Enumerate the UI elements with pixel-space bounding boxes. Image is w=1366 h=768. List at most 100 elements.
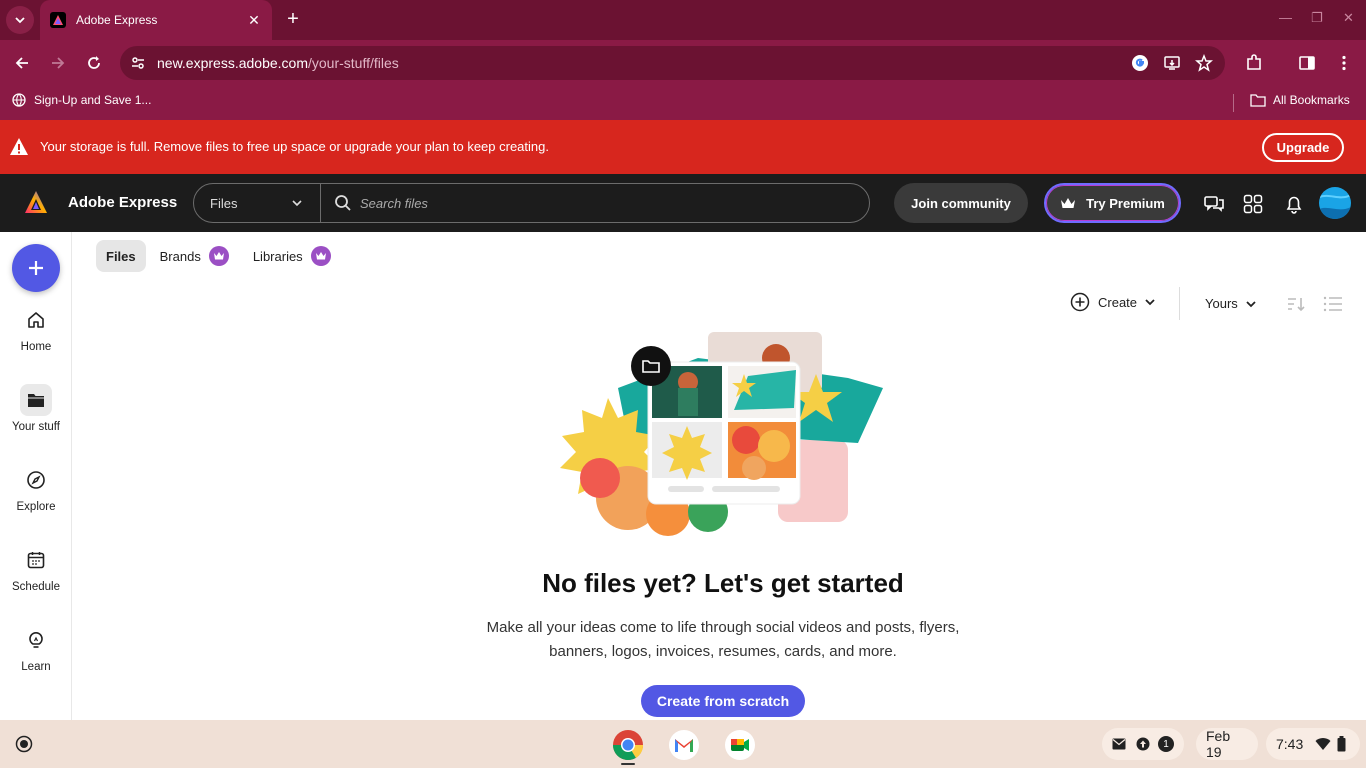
back-button[interactable] (10, 51, 34, 75)
owner-filter-select[interactable]: Yours (1205, 296, 1258, 311)
forward-arrow-icon (52, 57, 65, 69)
address-bar[interactable]: new.express.adobe.com/your-stuff/files (120, 46, 1225, 80)
premium-crown-icon (208, 246, 229, 266)
upload-icon (1136, 737, 1150, 751)
join-community-button[interactable]: Join community (894, 183, 1028, 223)
mail-icon (1112, 738, 1126, 750)
chat-icon[interactable] (1203, 193, 1225, 215)
warning-icon (10, 138, 28, 155)
premium-crown-icon (310, 246, 331, 266)
site-info-icon[interactable] (128, 53, 148, 73)
notification-count: 1 (1158, 736, 1174, 752)
empty-files-illustration (560, 332, 883, 536)
bookmarks-divider (1233, 94, 1234, 112)
crown-icon (1061, 197, 1076, 208)
browser-menu-button[interactable] (1332, 51, 1356, 75)
create-menu-button[interactable]: Create (1070, 292, 1157, 312)
chrome-icon[interactable] (611, 728, 645, 762)
wifi-icon (1315, 738, 1331, 750)
tab-search-button[interactable] (6, 6, 34, 34)
side-panel-button[interactable] (1295, 51, 1319, 75)
upgrade-button[interactable]: Upgrade (1262, 133, 1344, 162)
launcher-button[interactable] (8, 728, 40, 760)
sort-icon[interactable] (1286, 295, 1306, 313)
close-window-icon[interactable]: ✕ (1343, 10, 1354, 26)
nav-item-your-stuff[interactable]: Your stuff (0, 384, 72, 448)
active-app-indicator (621, 763, 635, 765)
chevron-down-icon (1145, 299, 1155, 306)
url-text: new.express.adobe.com/your-stuff/files (157, 55, 399, 71)
clock: 7:43 (1276, 736, 1304, 752)
empty-state-description: Make all your ideas come to life through… (486, 619, 960, 660)
new-tab-button[interactable]: + (282, 8, 304, 30)
launcher-icon (15, 735, 33, 753)
controls-divider (1179, 287, 1180, 320)
browser-tabstrip: Adobe Express ✕ + — ❐ ✕ (0, 0, 1366, 40)
bookmark-star-icon[interactable] (1194, 53, 1214, 73)
meet-icon[interactable] (723, 728, 757, 762)
search-input[interactable] (360, 192, 840, 214)
all-bookmarks-button[interactable]: All Bookmarks (1250, 93, 1350, 107)
nav-item-learn[interactable]: Learn (0, 624, 72, 688)
bookmarks-bar: Sign-Up and Save 1... All Bookmarks (0, 86, 1366, 120)
maximize-icon[interactable]: ❐ (1311, 10, 1323, 26)
folder-icon (20, 384, 52, 416)
forward-button[interactable] (46, 51, 70, 75)
empty-state-title: No files yet? Let's get started (542, 568, 904, 598)
google-lens-icon[interactable] (1130, 53, 1150, 73)
bell-icon[interactable] (1283, 193, 1305, 215)
plus-icon (29, 261, 43, 275)
plus-circle-icon (1070, 292, 1090, 312)
adobe-express-favicon-icon (50, 12, 66, 28)
tab-title: Adobe Express (76, 13, 158, 27)
browser-tab[interactable]: Adobe Express ✕ (40, 0, 272, 40)
search-icon (335, 195, 351, 211)
chevron-down-icon[interactable] (290, 196, 304, 210)
notification-tray[interactable]: 1 (1102, 728, 1184, 760)
side-panel-icon (1299, 56, 1315, 70)
lightbulb-icon (20, 624, 52, 656)
date-tray[interactable]: Feb 19 (1196, 728, 1258, 760)
battery-icon (1337, 736, 1346, 752)
tab-brands[interactable]: Brands (150, 240, 239, 272)
search-scope-select[interactable]: Files (210, 196, 237, 211)
tab-libraries[interactable]: Libraries (243, 240, 341, 272)
create-new-button[interactable] (12, 244, 60, 292)
adobe-express-logo-icon[interactable] (24, 190, 48, 214)
tab-files[interactable]: Files (96, 240, 146, 272)
chevron-down-icon (15, 17, 25, 24)
folder-icon (1250, 94, 1266, 107)
os-shelf: 1 Feb 19 7:43 (0, 720, 1366, 768)
nav-item-home[interactable]: Home (0, 304, 72, 368)
left-nav-rail: Home Your stuff Explore Schedule Learn (0, 232, 72, 720)
apps-grid-icon[interactable] (1242, 193, 1264, 215)
reload-icon (88, 56, 100, 69)
globe-icon (12, 93, 26, 107)
extensions-button[interactable] (1242, 51, 1266, 75)
search-bar: Files (193, 183, 870, 223)
compass-icon (20, 464, 52, 496)
avatar[interactable] (1319, 187, 1351, 219)
storage-full-banner: Your storage is full. Remove files to fr… (0, 120, 1366, 174)
kebab-menu-icon (1342, 55, 1346, 71)
try-premium-button[interactable]: Try Premium (1044, 183, 1181, 223)
list-view-icon[interactable] (1323, 295, 1343, 313)
nav-item-explore[interactable]: Explore (0, 464, 72, 528)
app-header: Adobe Express Files Join community Try P… (0, 174, 1366, 232)
gmail-icon[interactable] (667, 728, 701, 762)
browser-toolbar: new.express.adobe.com/your-stuff/files (0, 40, 1366, 86)
home-icon (20, 304, 52, 336)
bookmark-item[interactable]: Sign-Up and Save 1... (12, 93, 151, 107)
chevron-down-icon (1246, 300, 1256, 307)
search-divider (320, 184, 321, 222)
puzzle-icon (1247, 54, 1261, 70)
back-arrow-icon (15, 57, 28, 69)
status-tray[interactable]: 7:43 (1266, 728, 1360, 760)
banner-message: Your storage is full. Remove files to fr… (40, 139, 549, 154)
tab-close-icon[interactable]: ✕ (244, 10, 264, 30)
install-app-icon[interactable] (1162, 53, 1182, 73)
create-from-scratch-button[interactable]: Create from scratch (641, 685, 805, 717)
minimize-icon[interactable]: — (1279, 10, 1292, 25)
reload-button[interactable] (82, 51, 106, 75)
app-name: Adobe Express (68, 194, 178, 211)
